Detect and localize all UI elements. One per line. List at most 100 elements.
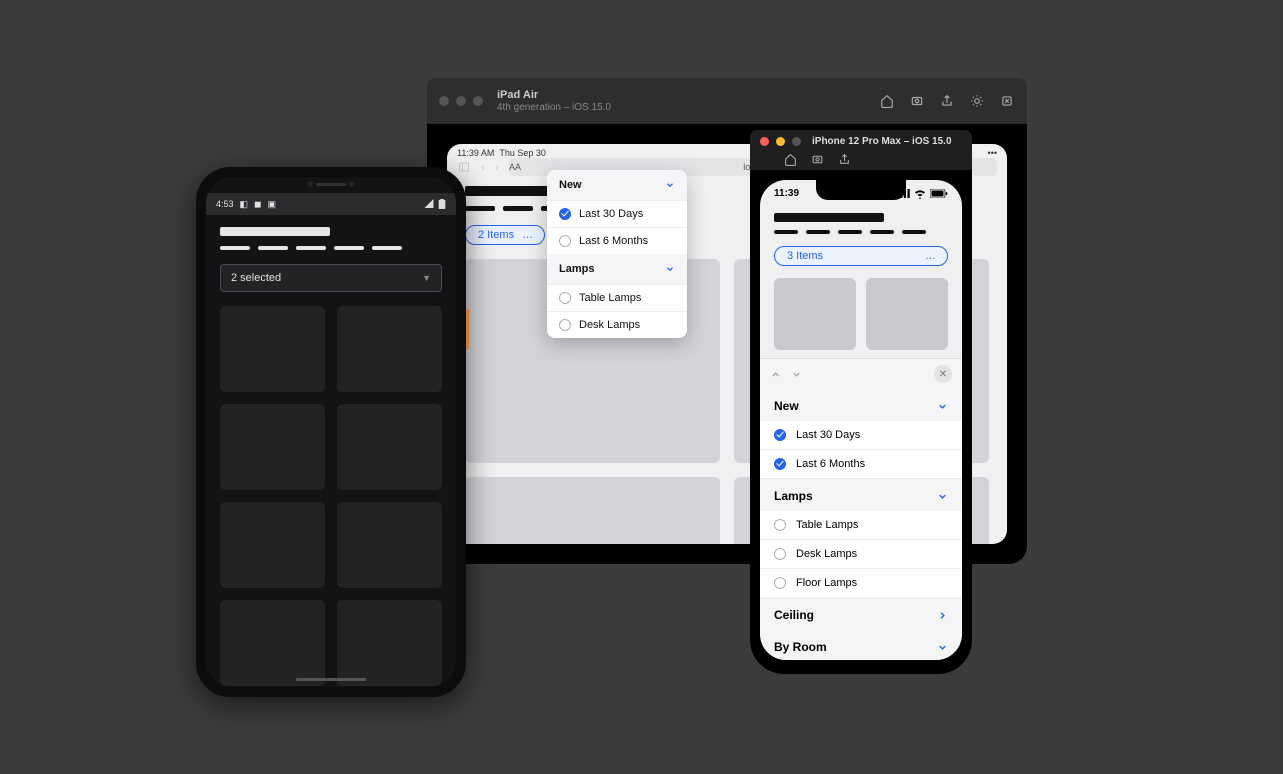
radio-checked-icon <box>774 429 786 441</box>
iphone-time: 11:39 <box>774 188 799 199</box>
chevron-up-icon[interactable] <box>770 369 781 380</box>
iphone-titlebar[interactable]: iPhone 12 Pro Max – iOS 15.0 <box>750 130 972 170</box>
wifi-icon <box>913 189 927 199</box>
rotate-icon[interactable] <box>999 93 1015 109</box>
iphone-device-frame: 11:39 3 Items … <box>750 170 972 674</box>
radio-icon <box>559 319 571 331</box>
debug-icon: ▣ <box>268 199 277 210</box>
page-title <box>220 227 330 236</box>
close-dot[interactable] <box>760 137 769 146</box>
filter-option[interactable]: Table Lamps <box>760 511 962 540</box>
share-icon[interactable] <box>939 93 955 109</box>
product-card[interactable] <box>866 278 948 350</box>
appearance-icon[interactable] <box>969 93 985 109</box>
product-card[interactable] <box>337 404 442 490</box>
iphone-window-title: iPhone 12 Pro Max – iOS 15.0 <box>812 136 952 147</box>
breadcrumb <box>220 246 442 250</box>
filter-sheet[interactable]: ✕ New Last 30 Days Last 6 Months Lamps T… <box>760 358 962 660</box>
sidebar-toggle-icon[interactable] <box>457 161 471 173</box>
product-card[interactable] <box>220 600 325 686</box>
iphone-page-content: 3 Items … <box>760 199 962 374</box>
power-button[interactable] <box>466 309 469 349</box>
filter-section-lamps[interactable]: Lamps <box>547 254 687 284</box>
home-indicator[interactable] <box>296 678 366 681</box>
radio-checked-icon <box>774 458 786 470</box>
filter-pill[interactable]: 3 Items … <box>774 246 948 266</box>
min-dot[interactable] <box>776 137 785 146</box>
reader-aa[interactable]: AA <box>509 162 521 172</box>
ipad-titlebar[interactable]: iPad Air 4th generation – iOS 15.0 <box>427 78 1027 124</box>
android-screen: 4:53 ◧ ◼ ▣ 2 selected ▼ <box>206 177 456 687</box>
product-card[interactable] <box>337 306 442 392</box>
max-dot[interactable] <box>792 137 801 146</box>
filter-option[interactable]: Last 6 Months <box>547 227 687 254</box>
radio-checked-icon <box>559 208 571 220</box>
filter-option[interactable]: Floor Lamps <box>760 569 962 598</box>
chevron-down-icon <box>665 180 675 190</box>
filter-more-icon[interactable]: … <box>522 229 534 241</box>
breadcrumb <box>774 230 948 234</box>
chevron-down-icon <box>665 264 675 274</box>
radio-icon <box>774 577 786 589</box>
forward-icon[interactable]: › <box>495 160 499 174</box>
product-card[interactable] <box>337 600 442 686</box>
filter-select-label: 2 selected <box>231 272 281 284</box>
filter-option[interactable]: Last 6 Months <box>760 450 962 479</box>
ipad-date: Thu Sep 30 <box>499 148 546 158</box>
filter-option[interactable]: Last 30 Days <box>547 200 687 227</box>
chevron-down-icon <box>937 401 948 412</box>
filter-popover[interactable]: New Last 30 Days Last 6 Months Lamps Tab… <box>547 170 687 338</box>
android-device-frame: 4:53 ◧ ◼ ▣ 2 selected ▼ <box>196 167 466 697</box>
product-card[interactable] <box>774 278 856 350</box>
chevron-down-icon <box>937 642 948 653</box>
back-icon[interactable]: ‹ <box>481 160 485 174</box>
battery-icon <box>438 199 446 209</box>
product-card[interactable] <box>220 306 325 392</box>
filter-option[interactable]: Table Lamps <box>547 284 687 311</box>
filter-pill-label: 2 Items <box>478 229 514 241</box>
filter-option[interactable]: Last 30 Days <box>760 421 962 450</box>
filter-option[interactable]: Desk Lamps <box>547 311 687 338</box>
battery-icon <box>930 189 948 198</box>
filter-section-byroom[interactable]: By Room <box>760 630 962 660</box>
product-card[interactable] <box>220 502 325 588</box>
share-icon[interactable] <box>838 153 851 166</box>
filter-more-icon[interactable]: … <box>925 250 937 262</box>
home-icon[interactable] <box>784 153 797 166</box>
product-card[interactable] <box>220 404 325 490</box>
ipad-window-subtitle: 4th generation – iOS 15.0 <box>497 102 611 113</box>
filter-section-lamps[interactable]: Lamps <box>760 479 962 511</box>
page-title <box>774 213 884 222</box>
ipad-time: 11:39 AM <box>457 148 494 158</box>
radio-icon <box>559 292 571 304</box>
iphone-simulator-window: iPhone 12 Pro Max – iOS 15.0 11:39 <box>750 130 972 674</box>
chevron-down-icon <box>937 491 948 502</box>
earpiece <box>307 181 355 187</box>
product-card[interactable] <box>337 502 442 588</box>
filter-section-new[interactable]: New <box>547 170 687 200</box>
chevron-down-icon: ▼ <box>422 273 431 283</box>
screenshot-icon[interactable] <box>909 93 925 109</box>
filter-select[interactable]: 2 selected ▼ <box>220 264 442 292</box>
filter-section-new[interactable]: New <box>760 389 962 421</box>
signal-icon <box>424 199 434 208</box>
product-card[interactable] <box>465 477 720 544</box>
filter-option[interactable]: Desk Lamps <box>760 540 962 569</box>
traffic-lights[interactable] <box>439 96 483 106</box>
iphone-screen: 11:39 3 Items … <box>760 180 962 660</box>
radio-icon <box>774 548 786 560</box>
filter-pill[interactable]: 2 Items … <box>465 225 545 245</box>
notification-icon: ◧ <box>240 199 249 210</box>
android-time: 4:53 <box>216 199 234 209</box>
filter-section-ceiling[interactable]: Ceiling <box>760 598 962 630</box>
chevron-right-icon <box>937 610 948 621</box>
filter-pill-label: 3 Items <box>787 250 823 262</box>
screenshot-icon[interactable] <box>811 153 824 166</box>
radio-icon <box>559 235 571 247</box>
chevron-down-icon[interactable] <box>791 369 802 380</box>
android-page-content: 2 selected ▼ <box>206 215 456 687</box>
ipad-window-title: iPad Air <box>497 89 611 101</box>
close-icon[interactable]: ✕ <box>934 365 952 383</box>
home-icon[interactable] <box>879 93 895 109</box>
notch <box>816 180 906 200</box>
